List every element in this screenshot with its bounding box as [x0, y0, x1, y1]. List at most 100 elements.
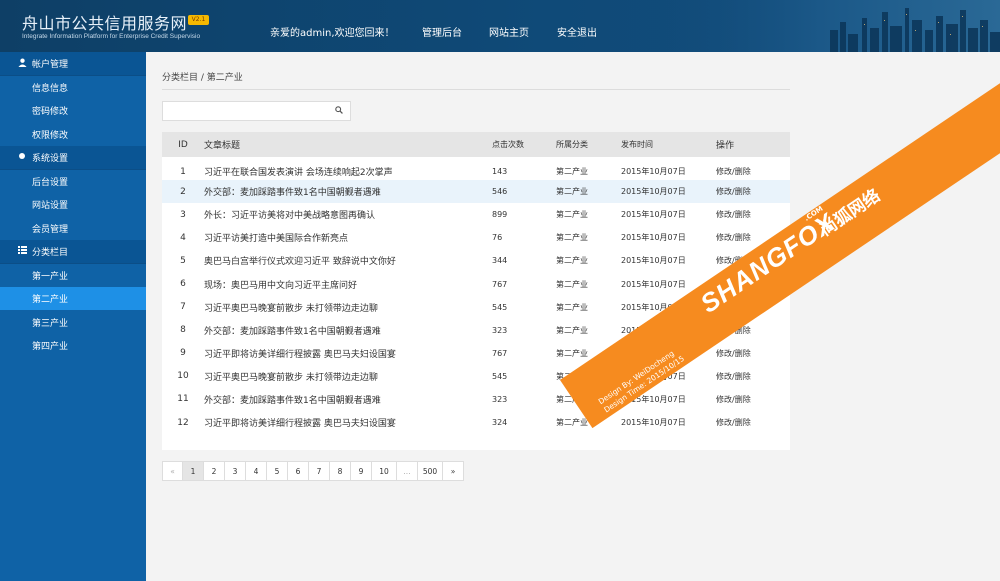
cell-date: 2015年10月07日: [621, 210, 686, 220]
table-row: 4 习近平访美打造中美国际合作新亮点 76 第二产业 2015年10月07日 修改/删除: [162, 226, 790, 249]
pager-page-button[interactable]: 10: [372, 461, 397, 481]
cell-id: 3: [180, 209, 186, 220]
cell-title: 习近平访美打造中美国际合作新亮点: [204, 234, 349, 245]
sidebar-item-backend-settings[interactable]: 后台设置: [0, 170, 146, 193]
list-icon: [18, 245, 32, 257]
pager-next-button[interactable]: »: [443, 461, 464, 481]
sidebar-item-industry-1[interactable]: 第一产业: [0, 264, 146, 287]
search-input[interactable]: [162, 101, 351, 121]
sidebar-item-industry-4[interactable]: 第四产业: [0, 334, 146, 357]
cell-id: 10: [177, 371, 189, 382]
edit-delete-link[interactable]: 修改/删除: [716, 342, 790, 365]
cell-category: 第二产业: [556, 187, 588, 197]
sidebar-item-industry-2[interactable]: 第二产业: [0, 287, 146, 311]
table-row: 2 外交部：麦加踩踏事件致1名中国朝觐者遇难 546 第二产业 2015年10月07日 修…: [162, 180, 790, 204]
pager-page-button[interactable]: 6: [288, 461, 309, 481]
table-row: 1 习近平在联合国发表演讲 会场连续响起2次掌声 143 第二产业 2015年10月07…: [162, 157, 790, 180]
table-row: 10习近平奥巴马晚宴前散步 未打领带边走边聊545第二产业2015年10月07日…: [162, 365, 790, 388]
cell-clicks: 323: [492, 325, 508, 335]
nav-home-link[interactable]: 网站主页: [489, 24, 529, 39]
pager-page-button[interactable]: 2: [204, 461, 225, 481]
pager-page-button[interactable]: 9: [351, 461, 372, 481]
cell-title: 外交部：麦加踩踏事件致1名中国朝觐者遇难: [204, 395, 381, 406]
cell-id: 8: [180, 325, 186, 336]
sidebar-group-system[interactable]: 系统设置: [0, 145, 146, 170]
cell-date: 2015年10月07日: [621, 187, 686, 197]
sidebar-item-site-settings[interactable]: 网站设置: [0, 193, 146, 216]
cell-title: 习近平即将访美详细行程披露 奥巴马夫妇设国宴: [204, 349, 396, 360]
cell-category: 第二产业: [556, 325, 588, 335]
sidebar-item-password[interactable]: 密码修改: [0, 99, 146, 122]
pager-ellipsis: ...: [397, 461, 418, 481]
cell-id: 7: [180, 302, 186, 313]
edit-delete-link[interactable]: 修改/删除: [716, 365, 790, 388]
cell-title: 现场：奥巴马用中文向习近平主席问好: [204, 280, 358, 291]
cell-category: 第二产业: [556, 279, 588, 289]
site-subtitle: Integrate Information Platform for Enter…: [22, 33, 201, 40]
sidebar-group-categories[interactable]: 分类栏目: [0, 239, 146, 264]
nav-admin-link[interactable]: 管理后台: [422, 24, 462, 39]
sidebar-group-label: 分类栏目: [32, 247, 69, 258]
cell-clicks: 767: [492, 279, 508, 289]
cell-date: 2015年10月07日: [621, 167, 686, 177]
pager-page-button[interactable]: 3: [225, 461, 246, 481]
cell-id: 2: [180, 186, 186, 197]
cell-date: 2015年10月07日: [621, 233, 686, 243]
edit-delete-link[interactable]: 修改/删除: [716, 411, 790, 434]
sidebar-group-account[interactable]: 帐户管理: [0, 52, 146, 76]
cell-category: 第二产业: [556, 302, 588, 312]
pager-page-button[interactable]: 4: [246, 461, 267, 481]
cell-clicks: 323: [492, 394, 508, 404]
cell-clicks: 899: [492, 210, 508, 220]
site-title: 舟山市公共信用服务网: [22, 14, 188, 33]
cell-clicks: 143: [492, 167, 508, 177]
pager-page-button[interactable]: 7: [309, 461, 330, 481]
sidebar-group-label: 系统设置: [32, 153, 69, 164]
sidebar: 帐户管理 信息信息 密码修改 权限修改 系统设置 后台设置 网站设置 会员管理 …: [0, 52, 146, 581]
pager-page-button[interactable]: 5: [267, 461, 288, 481]
cell-clicks: 76: [492, 233, 503, 243]
edit-delete-link[interactable]: 修改/删除: [716, 180, 790, 203]
edit-delete-link[interactable]: 修改/删除: [716, 157, 790, 180]
col-header-id: ID: [178, 139, 188, 150]
sidebar-item-industry-3[interactable]: 第三产业: [0, 310, 146, 333]
cell-title: 习近平在联合国发表演讲 会场连续响起2次掌声: [204, 168, 393, 179]
cell-id: 1: [180, 166, 186, 177]
version-badge: V2.1: [188, 15, 209, 25]
col-header-ops: 操作: [716, 141, 735, 151]
pager-prev-button[interactable]: «: [162, 461, 183, 481]
nav-logout-link[interactable]: 安全退出: [557, 24, 597, 39]
search-icon[interactable]: [335, 106, 343, 117]
table-header-row: ID 文章标题 点击次数 所属分类 发布时间 操作: [162, 132, 790, 157]
col-header-title: 文章标题: [204, 141, 241, 151]
edit-delete-link[interactable]: 修改/删除: [716, 388, 790, 411]
breadcrumb: 分类栏目 / 第二产业: [162, 73, 243, 83]
cell-id: 9: [180, 348, 186, 359]
cell-id: 12: [177, 417, 189, 428]
cell-category: 第二产业: [556, 233, 588, 243]
cell-date: 2015年10月07日: [621, 418, 686, 428]
cell-date: 2015年10月07日: [621, 256, 686, 266]
welcome-text: 亲爱的admin,欢迎您回来！: [270, 28, 395, 39]
pager-page-button[interactable]: 500: [418, 461, 443, 481]
cell-clicks: 324: [492, 418, 508, 428]
top-header: 舟山市公共信用服务网 V2.1 Integrate Information Pl…: [0, 0, 1000, 52]
cell-title: 习近平即将访美详细行程披露 奥巴马夫妇设国宴: [204, 419, 396, 430]
cell-title: 外长：习近平访美将对中美战略意图再确认: [204, 211, 376, 222]
pager-page-button[interactable]: 1: [183, 461, 204, 481]
sidebar-item-members[interactable]: 会员管理: [0, 216, 146, 239]
sidebar-item-info[interactable]: 信息信息: [0, 76, 146, 99]
col-header-clicks: 点击次数: [492, 140, 524, 149]
city-skyline-image: [640, 0, 1000, 52]
table-row: 5 奥巴马白宫举行仪式欢迎习近平 致辞说中文你好 344 第二产业 2015年10月07…: [162, 249, 790, 272]
cell-category: 第二产业: [556, 256, 588, 266]
edit-delete-link[interactable]: 修改/删除: [716, 203, 790, 226]
sidebar-item-permissions[interactable]: 权限修改: [0, 123, 146, 146]
pager-page-button[interactable]: 8: [330, 461, 351, 481]
breadcrumb-divider: [162, 89, 790, 90]
cell-clicks: 767: [492, 348, 508, 358]
cell-id: 6: [180, 279, 186, 290]
pagination: «1 2 3 4 5 6 7 8 9 10... 500»: [162, 461, 464, 481]
cell-title: 奥巴马白宫举行仪式欢迎习近平 致辞说中文你好: [204, 257, 396, 268]
cell-title: 外交部：麦加踩踏事件致1名中国朝觐者遇难: [204, 326, 381, 337]
